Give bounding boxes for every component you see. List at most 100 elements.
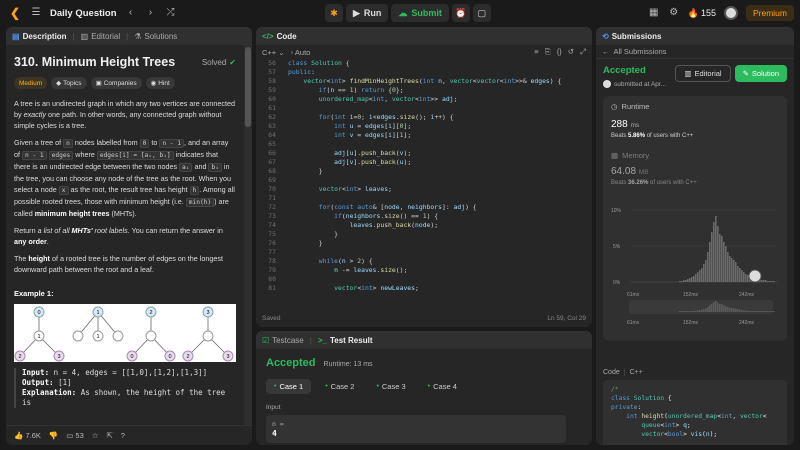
code-line: 79 n -= leaves.size();: [268, 266, 408, 274]
like-count: 7.6K: [25, 431, 41, 440]
help-icon[interactable]: ?: [121, 431, 125, 440]
submission-actions: ▥ Editorial ✎ Solution: [675, 65, 787, 82]
histogram-mini-bar: [739, 309, 741, 312]
play-icon: ▶: [353, 7, 360, 18]
histogram-mini-bar: [757, 311, 759, 312]
hint-chip[interactable]: ◉ Hint: [145, 77, 175, 89]
gear-icon[interactable]: ⚙: [668, 7, 680, 19]
problem-tags: Medium ◆ Topics ▣ Companies ◉ Hint: [14, 77, 236, 89]
runtime-label: Runtime: 13 ms: [323, 361, 373, 368]
share-icon[interactable]: ⇱: [106, 431, 112, 440]
format-icon[interactable]: ≡: [534, 47, 538, 57]
tab-code[interactable]: </> Code: [262, 32, 297, 41]
scrollbar-thumb[interactable]: [245, 47, 251, 127]
autocomplete-toggle[interactable]: ▫ Auto: [291, 48, 311, 57]
solution-button[interactable]: ✎ Solution: [734, 65, 787, 82]
histogram-bar: [701, 268, 703, 282]
page-title[interactable]: 310. Minimum Height Trees: [14, 55, 175, 69]
cursor-position: Ln 59, Col 29: [547, 314, 586, 322]
problem-list-title[interactable]: Daily Question: [50, 8, 117, 19]
memory-value: 64.08 MB: [611, 166, 649, 177]
fullscreen-icon[interactable]: ⤢: [580, 47, 586, 57]
code-line: 76 }: [268, 239, 323, 247]
like-button[interactable]: 👍 7.6K: [14, 431, 41, 440]
histogram-mini-bar: [679, 311, 681, 312]
histogram-mini-bar: [711, 303, 713, 312]
editorial-button[interactable]: ▥ Editorial: [675, 65, 731, 82]
bookmark-icon[interactable]: ⎘: [545, 47, 551, 57]
submit-button[interactable]: ☁ Submit: [391, 4, 449, 22]
reset-icon[interactable]: ↺: [568, 47, 574, 57]
example-title: Example 1:: [14, 289, 54, 298]
tree-node-label: 2: [18, 354, 21, 360]
runtime-histogram[interactable]: 10% 5% 0% 61ms 152ms 242ms 61ms 152ms 24…: [609, 204, 779, 334]
leetcode-logo-icon[interactable]: ❮: [8, 6, 22, 20]
memory-beats: Beats 36.26% of users with C++: [611, 180, 697, 186]
histogram-bar: [697, 272, 699, 282]
histogram-mini-bar: [701, 309, 703, 312]
test-tabs: ☑ Testcase | >_ Test Result: [256, 331, 592, 349]
thumbs-up-icon: 👍: [14, 431, 24, 440]
tab-submissions[interactable]: ⟲ Submissions: [602, 32, 662, 41]
input-box: n = 4: [266, 415, 566, 443]
tab-result-label: Test Result: [329, 335, 373, 345]
problem-list-icon[interactable]: ☰: [30, 7, 42, 19]
streak-counter[interactable]: 🔥 155: [688, 8, 716, 19]
notes-button[interactable]: ▢: [472, 4, 491, 22]
star-icon[interactable]: ☆: [92, 431, 99, 440]
language-select[interactable]: C++ ⌄: [262, 48, 285, 57]
description-scrollbar[interactable]: [244, 45, 252, 425]
next-problem-icon[interactable]: ›: [145, 7, 157, 19]
premium-button[interactable]: Premium: [745, 5, 794, 21]
performance-stats: ◷ Runtime 288 ms Beats 5.86% of users wit…: [603, 96, 787, 341]
tree-node-label: 3: [206, 310, 209, 316]
histogram-mini-bar: [743, 310, 745, 312]
tab-solutions[interactable]: ⚗ Solutions: [134, 32, 177, 41]
case-tab-3[interactable]: • Case 3: [368, 379, 413, 394]
comments-button[interactable]: ▭ 53: [66, 431, 84, 440]
description-tabs: ▤ Description | ▥ Editorial | ⚗ Solutions: [6, 27, 252, 45]
memory-section[interactable]: ▦ Memory 64.08 MB Beats 36.26% of users w…: [611, 151, 779, 186]
case-tab-1[interactable]: • Case 1: [266, 379, 312, 394]
tab-divider: |: [72, 31, 75, 41]
top-bar-right: ▦ ⚙ 🔥 155 Premium: [648, 4, 794, 22]
your-submission-marker[interactable]: [748, 269, 762, 283]
histogram-mini-bar: [737, 309, 739, 312]
submissions-panel: ⟲ Submissions ← All Submissions Accepted …: [596, 27, 794, 445]
tree-node-label: 2: [186, 354, 189, 360]
prev-problem-icon[interactable]: ‹: [125, 7, 137, 19]
layout-icon[interactable]: ▦: [648, 7, 660, 19]
debug-button[interactable]: ✱: [325, 4, 343, 22]
tab-solutions-label: Solutions: [144, 31, 178, 41]
tab-editorial-label: Editorial: [91, 31, 121, 41]
tab-testcase[interactable]: ☑ Testcase: [262, 336, 304, 345]
submission-code-header: Code | C++: [603, 369, 643, 376]
solved-label: Solved: [201, 57, 227, 67]
hist-x-label: 242ms: [739, 292, 755, 298]
histogram-mini-bar: [741, 310, 743, 312]
bug-icon: ✱: [330, 7, 338, 18]
run-button[interactable]: ▶ Run: [346, 4, 389, 22]
runtime-header: ◷ Runtime: [611, 102, 650, 111]
flask-icon: ⚗: [134, 31, 142, 41]
dislike-button[interactable]: 👎: [49, 431, 58, 440]
timer-button[interactable]: ⏰: [451, 4, 470, 22]
histogram-mini-bar: [687, 311, 689, 312]
histogram-mini-bar: [691, 311, 693, 312]
avatar[interactable]: [723, 6, 738, 20]
histogram-mini-bar: [771, 311, 773, 312]
braces-icon[interactable]: {}: [557, 47, 562, 57]
shuffle-icon[interactable]: ⤮: [165, 7, 177, 19]
topics-chip[interactable]: ◆ Topics: [51, 77, 87, 89]
all-submissions-link[interactable]: ← All Submissions: [596, 45, 794, 59]
tab-testcase-label: Testcase: [272, 335, 304, 345]
code-editor[interactable]: 56 class Solution { 57 public: 58 vector<i…: [256, 59, 592, 309]
tab-description[interactable]: ▤ Description: [12, 32, 67, 41]
tab-editorial[interactable]: ▥ Editorial: [81, 32, 120, 41]
code-line: 75 }: [268, 230, 339, 238]
hist-x-label: 242ms: [739, 320, 755, 326]
case-tab-2[interactable]: • Case 2: [317, 379, 362, 394]
tab-test-result[interactable]: >_ Test Result: [318, 336, 373, 345]
case-tab-4[interactable]: • Case 4: [420, 379, 465, 394]
companies-chip[interactable]: ▣ Companies: [90, 77, 142, 89]
